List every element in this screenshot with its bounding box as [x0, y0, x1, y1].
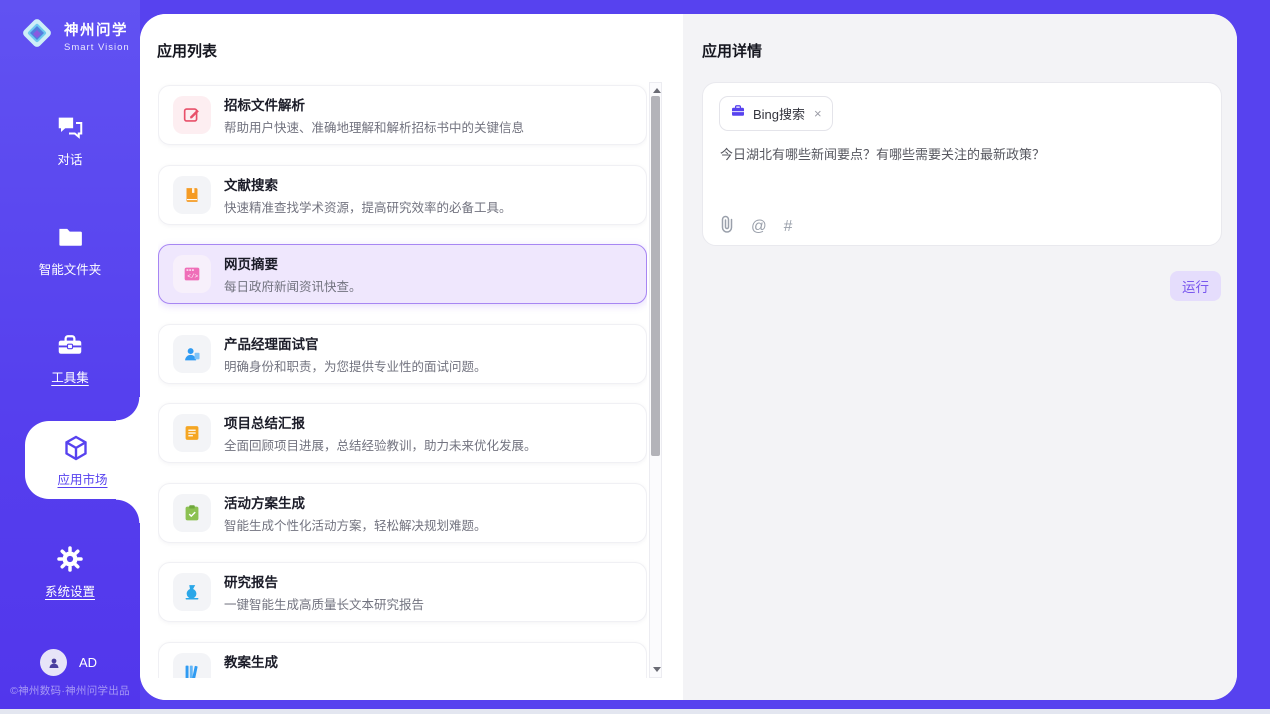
- edit-icon: [173, 96, 211, 134]
- interviewer-icon: [173, 335, 211, 373]
- clipboard-check-icon: [173, 494, 211, 532]
- user-name: AD: [79, 655, 97, 670]
- prompt-card: Bing搜索 × 今日湖北有哪些新闻要点？有哪些需要关注的最新政策？ @ #: [702, 82, 1222, 246]
- app-detail-panel: 应用详情 Bing搜索 × 今日湖北有哪些新闻要点？有哪些需要关注的最新政策？: [683, 14, 1237, 700]
- app-card-desc: 模板驱动，教案秒成，教学准备从此轻松快捷: [224, 674, 474, 679]
- app-card-title: 项目总结汇报: [224, 412, 537, 432]
- run-button[interactable]: 运行: [1170, 271, 1221, 301]
- svg-text:</>: </>: [187, 273, 198, 280]
- sidebar-item-label: 工具集: [0, 367, 140, 386]
- app-card-lesson-plan[interactable]: 教案生成 模板驱动，教案秒成，教学准备从此轻松快捷: [158, 642, 647, 679]
- paperclip-icon[interactable]: [720, 215, 734, 238]
- avatar: [40, 649, 67, 676]
- sidebar-item-chat[interactable]: 对话: [0, 112, 140, 168]
- app-card-bid-analysis[interactable]: 招标文件解析 帮助用户快速、准确地理解和解析招标书中的关键信息: [158, 85, 647, 145]
- close-icon[interactable]: ×: [814, 106, 822, 121]
- report-icon: [173, 573, 211, 611]
- brand-name: 神州问学: [64, 19, 130, 40]
- app-list-panel: 应用列表 招标文件解析 帮助用户快速、准确地理解和解析招标书中的关键信息: [140, 14, 683, 700]
- mention-icon[interactable]: @: [751, 219, 767, 235]
- sidebar-item-app-market[interactable]: 应用市场: [25, 421, 140, 499]
- app-list-scroll-area: 招标文件解析 帮助用户快速、准确地理解和解析招标书中的关键信息 文献搜索 快速精…: [158, 82, 647, 678]
- app-card-title: 文献搜索: [224, 174, 512, 194]
- prompt-input[interactable]: 今日湖北有哪些新闻要点？有哪些需要关注的最新政策？: [720, 145, 1200, 165]
- brand-logo-icon: [18, 14, 56, 57]
- app-card-title: 招标文件解析: [224, 94, 524, 114]
- app-list-title: 应用列表: [157, 40, 217, 61]
- sidebar-item-smart-folder[interactable]: 智能文件夹: [0, 222, 140, 278]
- app-card-desc: 明确身份和职责，为您提供专业性的面试问题。: [224, 356, 487, 375]
- briefcase-icon: [730, 103, 746, 124]
- brand-subtitle: Smart Vision: [64, 42, 130, 53]
- app-card-research-report[interactable]: 研究报告 一键智能生成高质量长文本研究报告: [158, 562, 647, 622]
- app-list-scrollbar[interactable]: [649, 82, 662, 678]
- toolbox-icon: [55, 330, 85, 365]
- app-card-desc: 智能生成个性化活动方案，轻松解决规划难题。: [224, 515, 487, 534]
- books-icon: [173, 653, 211, 679]
- app-card-desc: 每日政府新闻资讯快查。: [224, 276, 362, 295]
- browser-code-icon: </>: [173, 255, 211, 293]
- cube-icon: [61, 433, 91, 468]
- app-card-title: 活动方案生成: [224, 492, 487, 512]
- sidebar: 神州问学 Smart Vision 对话 智能文件夹: [0, 0, 140, 714]
- sidebar-item-label: 应用市场: [25, 469, 140, 488]
- app-card-desc: 快速精准查找学术资源，提高研究效率的必备工具。: [224, 197, 512, 216]
- brand: 神州问学 Smart Vision: [18, 14, 130, 57]
- window-bottom-edge: [0, 709, 1270, 714]
- folder-icon: [55, 222, 85, 257]
- sidebar-item-label: 智能文件夹: [0, 259, 140, 278]
- copyright-footer: ©神州数码·神州问学出品: [0, 683, 140, 698]
- tool-tag-bing-search[interactable]: Bing搜索 ×: [719, 96, 833, 131]
- main-content: 应用列表 招标文件解析 帮助用户快速、准确地理解和解析招标书中的关键信息: [140, 14, 1237, 700]
- chat-icon: [55, 112, 85, 147]
- app-card-pm-interviewer[interactable]: 产品经理面试官 明确身份和职责，为您提供专业性的面试问题。: [158, 324, 647, 384]
- scroll-up-icon[interactable]: [653, 88, 661, 93]
- app-card-project-summary[interactable]: 项目总结汇报 全面回顾项目进展，总结经验教训，助力未来优化发展。: [158, 403, 647, 463]
- sidebar-item-label: 对话: [0, 149, 140, 168]
- attachment-toolbar: @ #: [720, 215, 792, 238]
- app-card-desc: 帮助用户快速、准确地理解和解析招标书中的关键信息: [224, 117, 524, 136]
- scroll-down-icon[interactable]: [653, 667, 661, 672]
- app-card-title: 教案生成: [224, 651, 474, 671]
- sidebar-item-toolset[interactable]: 工具集: [0, 330, 140, 386]
- app-card-desc: 全面回顾项目进展，总结经验教训，助力未来优化发展。: [224, 435, 537, 454]
- memo-icon: [173, 414, 211, 452]
- gear-icon: [55, 544, 85, 579]
- app-card-title: 研究报告: [224, 571, 424, 591]
- scrollbar-thumb[interactable]: [651, 96, 660, 456]
- app-card-desc: 一键智能生成高质量长文本研究报告: [224, 594, 424, 613]
- user-account[interactable]: AD: [40, 649, 97, 676]
- app-card-title: 网页摘要: [224, 253, 362, 273]
- book-icon: [173, 176, 211, 214]
- app-card-literature-search[interactable]: 文献搜索 快速精准查找学术资源，提高研究效率的必备工具。: [158, 165, 647, 225]
- app-detail-title: 应用详情: [702, 40, 762, 61]
- hashtag-icon[interactable]: #: [784, 219, 793, 235]
- sidebar-item-label: 系统设置: [0, 581, 140, 600]
- sidebar-item-settings[interactable]: 系统设置: [0, 544, 140, 600]
- app-card-web-summary[interactable]: </> 网页摘要 每日政府新闻资讯快查。: [158, 244, 647, 304]
- app-card-activity-plan[interactable]: 活动方案生成 智能生成个性化活动方案，轻松解决规划难题。: [158, 483, 647, 543]
- tool-tag-label: Bing搜索: [753, 104, 805, 123]
- app-card-title: 产品经理面试官: [224, 333, 487, 353]
